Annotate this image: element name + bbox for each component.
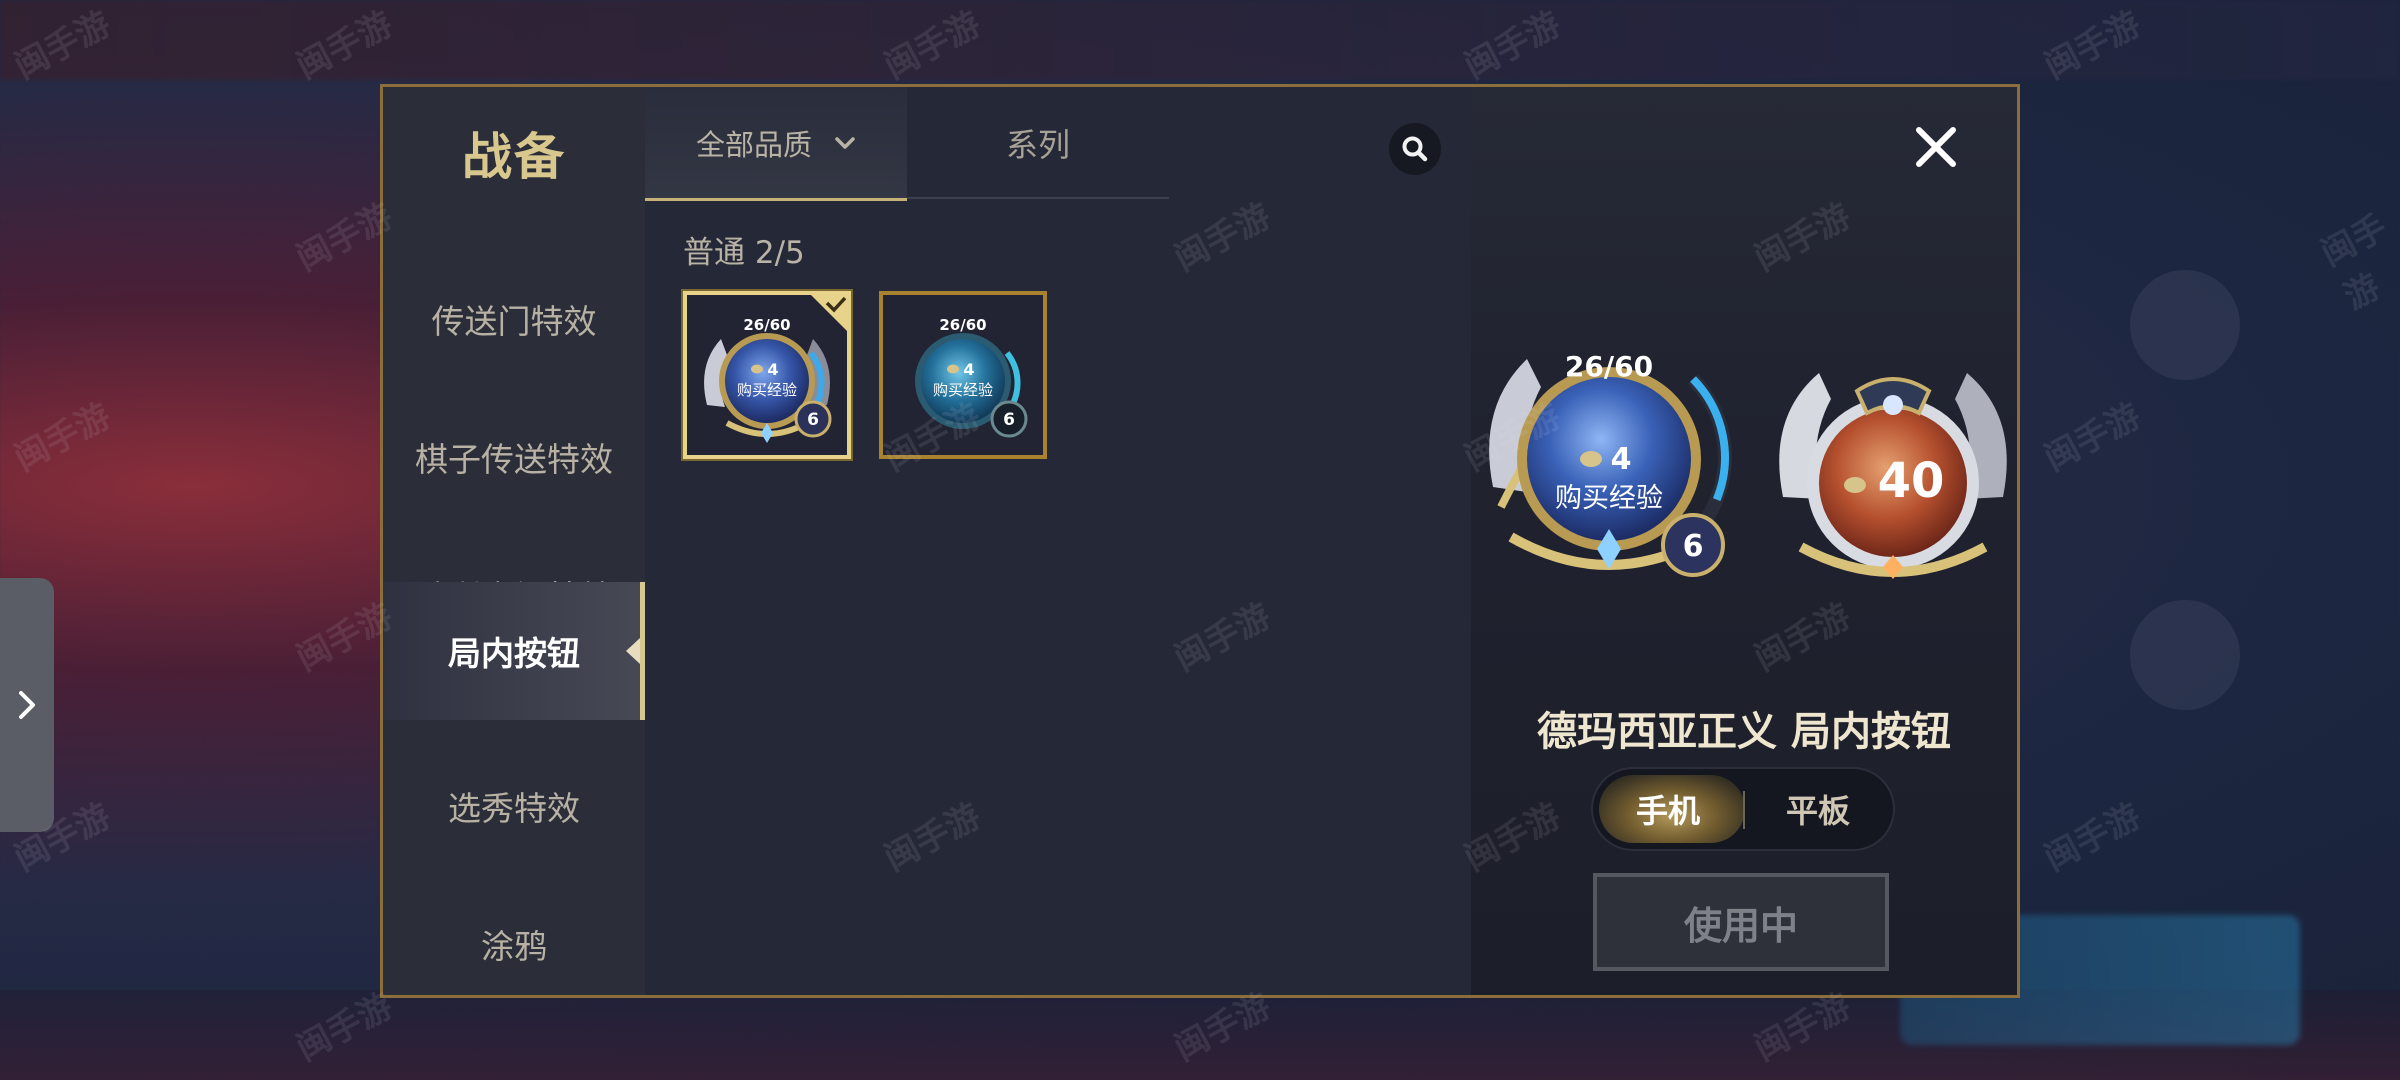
nav-item-label: 局内按钮 (448, 634, 580, 673)
nav-active-arrow-icon (626, 638, 640, 664)
buy-xp-button-preview: 26/60 4 购买经验 6 (915, 316, 1028, 438)
item-list-panel: 全部品质 系列 普通 2/5 26/60 4 购买经验 6 26/60 4 购买… (645, 87, 1471, 995)
card-level-text: 6 (807, 410, 819, 430)
preview-item-name: 德玛西亚正义 局内按钮 (1537, 709, 1951, 755)
nav-item-label: 棋子传送特效 (415, 440, 613, 479)
preview-refresh-value: 40 (1878, 453, 1945, 509)
chevron-down-icon (835, 137, 855, 149)
nav-item-portal-effect[interactable]: 传送门特效 (383, 250, 645, 388)
search-button[interactable] (1389, 123, 1441, 175)
preview-cost-text: 4 (1611, 442, 1632, 477)
nav-item-label: 选秀特效 (448, 789, 580, 828)
card-xp-text: 26/60 (939, 316, 986, 334)
background-top-bar (0, 0, 2400, 80)
quality-filter-label: 全部品质 (695, 128, 812, 162)
close-icon[interactable] (1911, 122, 1961, 172)
card-xp-text: 26/60 (743, 316, 790, 334)
preview-buy-xp-button: 26/60 4 购买经验 6 (1489, 350, 1732, 577)
series-tab-label: 系列 (1005, 126, 1070, 164)
category-nav: 战备 传送门特效 棋子传送特效 胜利庆祝特效 局内按钮 选秀特效 涂鸦 (383, 87, 645, 995)
preview-artwork: 26/60 4 购买经验 6 40 (1489, 350, 2007, 579)
card-cost-text: 4 (767, 360, 778, 379)
card-button-text: 购买经验 (737, 381, 797, 399)
preview-level-text: 6 (1683, 529, 1704, 564)
preview-xp-text: 26/60 (1565, 350, 1653, 383)
item-card[interactable]: 26/60 4 购买经验 6 (683, 291, 851, 459)
preview-button-text: 购买经验 (1555, 483, 1663, 514)
nav-item-label: 传送门特效 (431, 302, 597, 341)
quality-filter-dropdown[interactable]: 全部品质 (645, 87, 907, 201)
active-tab-underline (645, 198, 907, 201)
selected-check-icon (807, 291, 851, 335)
device-phone-option[interactable]: 手机 (1593, 769, 1743, 849)
device-toggle: 手机 平板 (1591, 767, 1895, 851)
card-level-text: 6 (1003, 410, 1015, 430)
search-icon (1402, 136, 1428, 162)
card-cost-text: 4 (963, 360, 974, 379)
nav-item-ingame-button[interactable]: 局内按钮 (383, 582, 645, 720)
in-use-button[interactable]: 使用中 (1593, 873, 1889, 971)
item-card[interactable]: 26/60 4 购买经验 6 (879, 291, 1047, 459)
card-button-text: 购买经验 (933, 381, 993, 399)
preview-refresh-button: 40 (1779, 373, 2007, 579)
arsenal-dialog: 战备 传送门特效 棋子传送特效 胜利庆祝特效 局内按钮 选秀特效 涂鸦 全部品质 (380, 84, 2020, 998)
background-orb (2130, 270, 2240, 380)
filter-tabs: 全部品质 系列 (645, 87, 1169, 201)
device-tablet-option[interactable]: 平板 (1743, 769, 1893, 849)
rarity-section-label: 普通 2/5 (683, 235, 805, 271)
background-orb (2130, 600, 2240, 710)
nav-title: 战备 (462, 128, 566, 186)
nav-item-label: 涂鸦 (481, 927, 547, 966)
nav-item-piece-teleport-effect[interactable]: 棋子传送特效 (383, 388, 645, 526)
nav-item-graffiti[interactable]: 涂鸦 (383, 875, 645, 1013)
nav-item-draft-effect[interactable]: 选秀特效 (383, 737, 645, 875)
side-expand-handle[interactable] (0, 578, 54, 832)
tab-series[interactable]: 系列 (907, 87, 1169, 199)
chevron-right-icon (19, 691, 35, 719)
preview-panel: 26/60 4 购买经验 6 40 德玛西亚正义 局内按钮 手机 平板 使用中 (1471, 87, 2017, 995)
